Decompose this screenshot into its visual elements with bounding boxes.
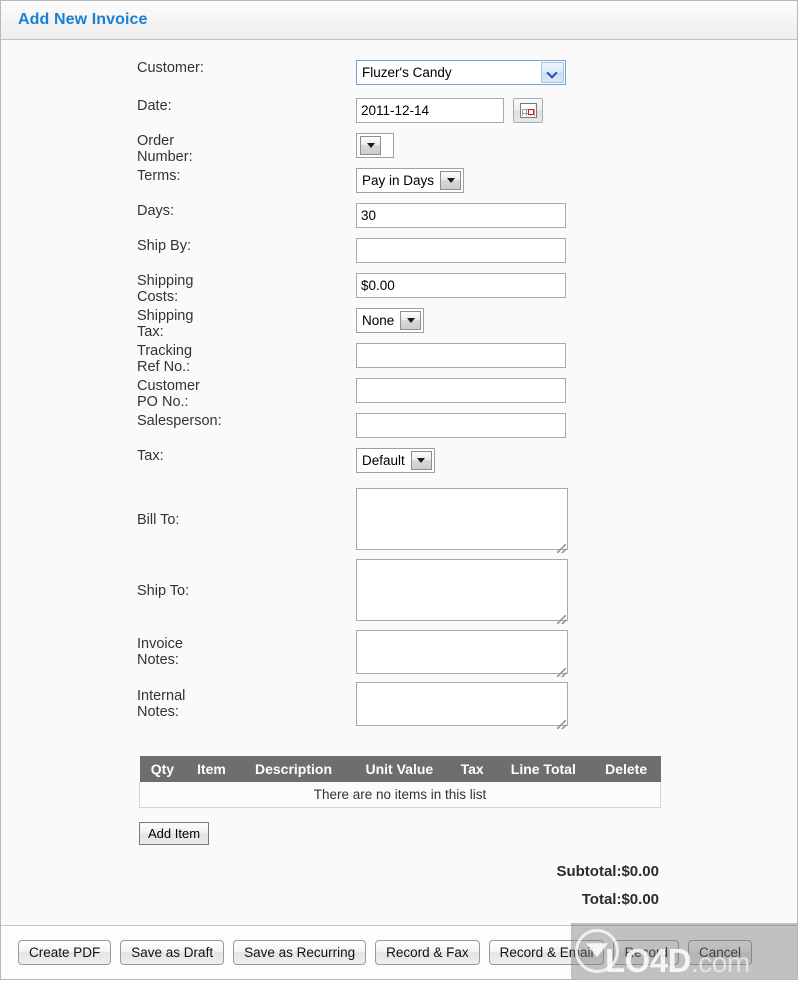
chevron-down-icon xyxy=(410,451,432,470)
chevron-down-icon xyxy=(440,171,462,190)
customer-po-input[interactable] xyxy=(356,378,566,403)
record-and-email-button[interactable]: Record & Email xyxy=(488,940,605,965)
form-row-ship-to: Ship To: xyxy=(1,555,797,626)
label-bill-to: Bill To: xyxy=(137,511,180,528)
customer-select[interactable]: Fluzer's Candy xyxy=(356,60,566,85)
ship-to-textarea[interactable] xyxy=(356,559,568,621)
save-as-recurring-button[interactable]: Save as Recurring xyxy=(233,940,367,965)
chevron-down-icon xyxy=(541,62,564,83)
record-and-fax-button[interactable]: Record & Fax xyxy=(375,940,480,965)
save-as-draft-button[interactable]: Save as Draft xyxy=(120,940,225,965)
label-internal-notes: Internal Notes: xyxy=(137,688,186,720)
form-row-invoice-notes: Invoice Notes: xyxy=(1,626,797,678)
label-salesperson: Salesperson: xyxy=(137,413,222,429)
totals-section: Subtotal:$0.00 Total:$0.00 xyxy=(1,845,797,919)
items-empty-message: There are no items in this list xyxy=(139,782,661,808)
form-row-date: Date: xyxy=(1,98,797,133)
items-section: Qty Item Description Unit Value Tax Line… xyxy=(1,730,797,845)
label-tax: Tax: xyxy=(137,448,164,464)
invoice-window: Add New Invoice Customer: Fluzer's Candy… xyxy=(0,0,798,980)
form-row-internal-notes: Internal Notes: xyxy=(1,678,797,730)
form-row-tracking-ref: Tracking Ref No.: xyxy=(1,343,797,378)
form-row-customer: Customer: Fluzer's Candy xyxy=(1,60,797,98)
table-row: There are no items in this list xyxy=(139,782,661,808)
customer-select-value: Fluzer's Candy xyxy=(362,65,452,80)
bill-to-textarea[interactable] xyxy=(356,488,568,550)
calendar-picker-button[interactable] xyxy=(513,98,543,123)
shipping-costs-input[interactable] xyxy=(356,273,566,298)
terms-select-value: Pay in Days xyxy=(362,173,435,188)
label-date: Date: xyxy=(137,98,172,114)
items-table-body: There are no items in this list xyxy=(139,782,661,808)
column-header-delete: Delete xyxy=(591,756,661,782)
label-ship-by: Ship By: xyxy=(137,238,191,254)
label-days: Days: xyxy=(137,203,175,219)
form-row-terms: Terms: Pay in Days xyxy=(1,168,797,203)
label-order-number: Order Number: xyxy=(137,133,193,165)
items-table-head: Qty Item Description Unit Value Tax Line… xyxy=(139,756,661,782)
column-header-tax: Tax xyxy=(449,756,495,782)
form-content: Customer: Fluzer's Candy Date: 2011-12-1… xyxy=(1,40,797,925)
form-row-ship-by: Ship By: xyxy=(1,238,797,273)
shipping-tax-select-value: None xyxy=(362,313,395,328)
date-input[interactable] xyxy=(356,98,504,123)
tracking-ref-input[interactable] xyxy=(356,343,566,368)
add-item-button[interactable]: Add Item xyxy=(139,822,210,845)
label-ship-to: Ship To: xyxy=(137,582,190,599)
label-tracking-ref: Tracking Ref No.: xyxy=(137,343,193,375)
label-invoice-notes: Invoice Notes: xyxy=(137,636,183,668)
invoice-form: Customer: Fluzer's Candy Date: 2011-12-1… xyxy=(1,40,797,919)
total-line: Total:$0.00 xyxy=(581,891,659,908)
days-input[interactable] xyxy=(356,203,566,228)
column-header-description: Description xyxy=(237,756,350,782)
terms-select[interactable]: Pay in Days xyxy=(356,168,465,193)
label-shipping-costs: Shipping Costs: xyxy=(137,273,194,305)
column-header-qty: Qty xyxy=(139,756,186,782)
salesperson-input[interactable] xyxy=(356,413,566,438)
subtotal-line: Subtotal:$0.00 xyxy=(556,863,659,880)
calendar-icon xyxy=(519,103,537,118)
form-row-tax: Tax: Default xyxy=(1,448,797,484)
tax-select[interactable]: Default xyxy=(356,448,435,473)
page-title: Add New Invoice xyxy=(18,11,148,28)
shipping-tax-select[interactable]: None xyxy=(356,308,425,333)
record-button[interactable]: Record xyxy=(613,940,679,965)
column-header-item: Item xyxy=(185,756,238,782)
items-table: Qty Item Description Unit Value Tax Line… xyxy=(139,756,661,808)
form-row-bill-to: Bill To: xyxy=(1,484,797,555)
tax-select-value: Default xyxy=(362,453,405,468)
form-row-shipping-costs: Shipping Costs: xyxy=(1,273,797,308)
lo4d-watermark: LO4D.com xyxy=(571,923,797,979)
column-header-line-total: Line Total xyxy=(494,756,592,782)
form-row-days: Days: xyxy=(1,203,797,238)
label-customer-po: Customer PO No.: xyxy=(137,378,200,410)
chevron-down-icon xyxy=(360,136,381,155)
window-titlebar: Add New Invoice xyxy=(1,1,797,40)
column-header-unit-value: Unit Value xyxy=(349,756,450,782)
order-number-select[interactable] xyxy=(356,133,394,158)
invoice-notes-textarea[interactable] xyxy=(356,630,568,674)
cancel-button[interactable]: Cancel xyxy=(688,940,753,965)
label-shipping-tax: Shipping Tax: xyxy=(137,308,194,340)
chevron-down-icon xyxy=(400,311,422,330)
label-terms: Terms: xyxy=(137,168,181,184)
action-button-bar: Create PDF Save as Draft Save as Recurri… xyxy=(1,923,797,979)
create-pdf-button[interactable]: Create PDF xyxy=(18,940,112,965)
ship-by-input[interactable] xyxy=(356,238,566,263)
internal-notes-textarea[interactable] xyxy=(356,682,568,726)
form-row-salesperson: Salesperson: xyxy=(1,413,797,448)
form-row-customer-po: Customer PO No.: xyxy=(1,378,797,413)
items-table-header-row: Qty Item Description Unit Value Tax Line… xyxy=(139,756,661,782)
form-row-shipping-tax: Shipping Tax: None xyxy=(1,308,797,343)
form-row-order-number: Order Number: xyxy=(1,133,797,168)
label-customer: Customer: xyxy=(137,60,204,76)
